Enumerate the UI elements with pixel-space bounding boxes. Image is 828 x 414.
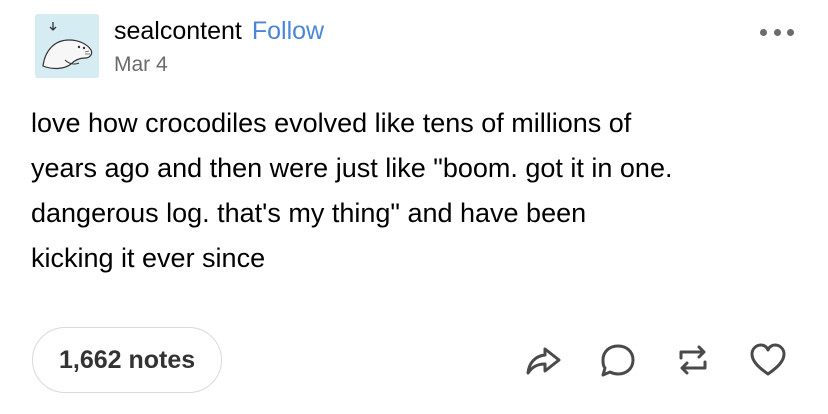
avatar[interactable] xyxy=(35,14,99,78)
more-options-icon[interactable] xyxy=(760,25,794,39)
post-header: sealcontent Follow Mar 4 xyxy=(114,17,324,77)
seal-avatar-image xyxy=(35,14,99,78)
more-dot xyxy=(760,28,767,36)
more-dot xyxy=(787,28,794,36)
share-icon[interactable] xyxy=(523,340,563,380)
more-dot xyxy=(773,28,781,36)
heart-icon[interactable] xyxy=(748,340,788,380)
post-date: Mar 4 xyxy=(114,53,168,76)
username-link[interactable]: sealcontent xyxy=(114,17,242,46)
reblog-icon[interactable] xyxy=(673,340,713,380)
notes-button[interactable]: 1,662 notes xyxy=(32,327,223,393)
post-body: love how crocodiles evolved like tens of… xyxy=(31,108,673,273)
follow-button[interactable]: Follow xyxy=(252,17,324,46)
reply-icon[interactable] xyxy=(598,340,638,380)
name-row: sealcontent Follow xyxy=(114,17,324,49)
